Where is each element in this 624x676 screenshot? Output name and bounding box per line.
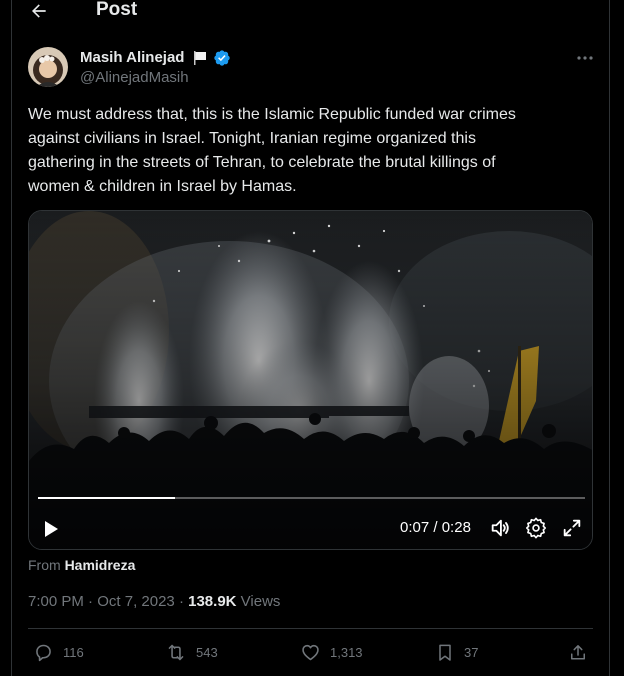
reply-icon (36, 644, 51, 661)
share-icon (571, 644, 585, 659)
video-time-separator: / (429, 519, 442, 536)
column-border-left (11, 0, 12, 676)
like-button[interactable]: 1,313 (300, 639, 363, 665)
repost-button[interactable]: 543 (165, 639, 218, 665)
video-frame (29, 211, 592, 549)
like-icon (302, 644, 319, 660)
play-button[interactable] (41, 518, 61, 540)
video-progress-fill (38, 497, 175, 499)
play-icon (45, 521, 58, 537)
tweet-text-line: women & children in Israel by Hamas. (28, 178, 297, 195)
author-handle[interactable]: @AlinejadMasih (80, 69, 189, 86)
video-progress-bar[interactable] (38, 497, 585, 499)
reply-button[interactable]: 116 (33, 639, 84, 665)
video-player[interactable]: 0:07 / 0:28 (28, 210, 593, 550)
post-time[interactable]: 7:00 PM (28, 593, 84, 610)
video-current-time: 0:07 (400, 519, 430, 536)
column-border-right (609, 0, 610, 676)
tweet-text-line: gathering in the streets of Tehran, to c… (28, 154, 496, 171)
post-meta: 7:00 PM · Oct 7, 2023 · 138.9K Views (28, 593, 280, 610)
post-date[interactable]: Oct 7, 2023 (97, 593, 175, 610)
attribution-source[interactable]: Hamidreza (65, 557, 136, 573)
tweet-text-line: against civilians in Israel. Tonight, Ir… (28, 130, 476, 147)
settings-icon (526, 517, 546, 539)
back-button[interactable] (28, 0, 50, 22)
more-button[interactable] (574, 52, 596, 64)
fullscreen-icon (563, 519, 581, 537)
top-bar: Post (12, 0, 609, 28)
fullscreen-button[interactable] (561, 517, 583, 539)
bookmark-icon (439, 644, 451, 661)
repost-count: 543 (196, 644, 218, 660)
verified-icon[interactable] (213, 49, 231, 72)
more-icon (577, 56, 593, 60)
tweet-text: We must address that, this is the Islami… (28, 103, 593, 199)
like-count: 1,313 (330, 644, 363, 660)
views-label: Views (240, 593, 281, 610)
meta-dot: · (88, 593, 94, 610)
share-button[interactable] (568, 639, 588, 665)
attribution-prefix: From (28, 557, 61, 573)
back-arrow-icon (32, 4, 46, 18)
reply-count: 116 (63, 644, 84, 660)
repost-icon (168, 644, 184, 660)
page-title: Post (96, 0, 138, 20)
divider (28, 628, 593, 629)
video-attribution: From Hamidreza (28, 557, 135, 573)
views-count: 138.9K (188, 593, 237, 610)
meta-dot: · (178, 593, 184, 610)
white-flag-icon (192, 50, 208, 71)
video-time: 0:07 / 0:28 (400, 519, 471, 536)
bookmark-button[interactable]: 37 (435, 639, 478, 665)
tweet-text-line: We must address that, this is the Islami… (28, 106, 516, 123)
volume-button[interactable] (489, 517, 511, 539)
avatar[interactable] (28, 47, 68, 87)
bookmark-count: 37 (464, 644, 479, 660)
action-bar: 116 543 1,313 37 (28, 639, 593, 665)
author-name[interactable]: Masih Alinejad (80, 49, 184, 66)
video-duration: 0:28 (441, 519, 471, 536)
volume-icon (491, 519, 509, 537)
settings-button[interactable] (525, 517, 547, 539)
